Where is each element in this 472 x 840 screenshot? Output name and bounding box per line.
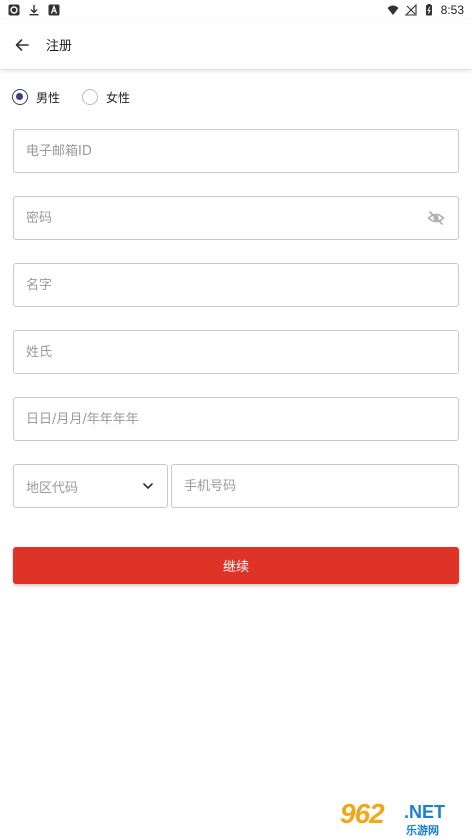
watermark-logo: 962 .NET 乐游网 — [334, 798, 466, 837]
first-name-field-container — [13, 263, 459, 307]
radio-unchecked-icon[interactable] — [82, 89, 99, 105]
chevron-down-icon — [143, 483, 153, 489]
visibility-off-icon[interactable] — [426, 208, 446, 228]
password-field[interactable] — [26, 210, 426, 226]
watermark-brand: 962 — [340, 798, 385, 829]
app-notification-icon — [8, 4, 20, 16]
status-bar: 8:53 — [0, 0, 472, 20]
dob-field-container — [13, 397, 459, 441]
a-notification-icon — [48, 4, 60, 16]
page-title: 注册 — [46, 39, 73, 54]
status-right-icons: 8:53 — [387, 3, 464, 17]
gender-option-female[interactable]: 女性 — [82, 89, 130, 106]
gender-option-male[interactable]: 男性 — [12, 89, 60, 106]
back-button[interactable] — [0, 23, 44, 67]
gender-label-female: 女性 — [106, 90, 131, 105]
first-name-field[interactable] — [26, 277, 446, 293]
gender-selector: 男性 女性 — [12, 86, 152, 108]
arrow-left-icon — [15, 38, 29, 51]
watermark-suffix: .NET — [404, 802, 446, 822]
continue-button[interactable]: 继续 — [13, 547, 459, 584]
phone-field[interactable] — [184, 478, 446, 494]
status-time: 8:53 — [440, 3, 464, 17]
region-code-placeholder: 地区代码 — [26, 480, 79, 496]
radio-checked-icon[interactable] — [12, 89, 28, 105]
dob-field[interactable] — [26, 411, 446, 427]
status-left-icons — [8, 4, 60, 16]
last-name-field[interactable] — [26, 344, 446, 360]
gender-label-male: 男性 — [36, 90, 61, 105]
wifi-icon — [387, 5, 399, 15]
battery-icon — [425, 4, 432, 16]
no-signal-icon — [404, 4, 417, 16]
region-code-select[interactable]: 地区代码 — [13, 464, 168, 508]
app-bar: 注册 — [0, 20, 472, 70]
last-name-field-container — [13, 330, 459, 374]
password-field-container — [13, 196, 459, 240]
email-field[interactable] — [26, 143, 446, 159]
email-field-container — [13, 129, 459, 173]
phone-field-container — [171, 464, 459, 508]
watermark-sub: 乐游网 — [406, 824, 439, 837]
download-icon — [29, 5, 39, 16]
